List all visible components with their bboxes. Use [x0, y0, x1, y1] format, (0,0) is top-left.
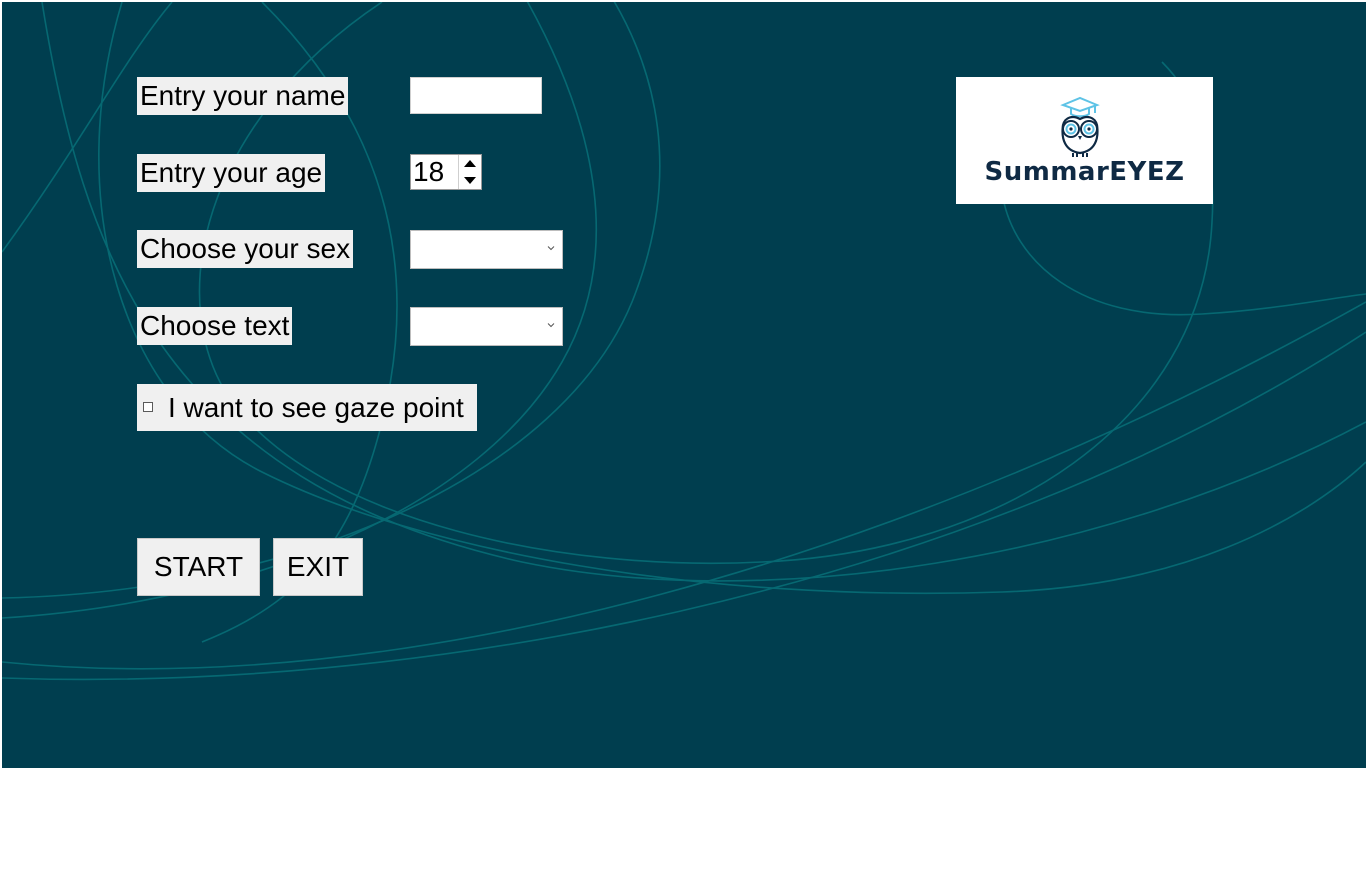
- age-decrement-button[interactable]: [459, 172, 481, 189]
- gaze-point-label: I want to see gaze point: [168, 392, 464, 423]
- name-label: Entry your name: [137, 77, 349, 115]
- text-label: Choose text: [137, 307, 293, 345]
- age-spin-buttons: [458, 155, 481, 189]
- age-value: 18: [413, 156, 445, 187]
- owl-with-graduation-cap-icon: [1060, 96, 1100, 157]
- gaze-point-checkbox-row[interactable]: I want to see gaze point: [137, 384, 477, 431]
- age-label: Entry your age: [137, 154, 326, 192]
- triangle-down-icon: [464, 177, 476, 184]
- app-window: Entry your name Entry your age 18 Choose…: [2, 2, 1366, 768]
- age-increment-button[interactable]: [459, 155, 481, 172]
- gaze-point-checkbox[interactable]: [143, 402, 153, 412]
- text-select[interactable]: [410, 307, 563, 346]
- name-input[interactable]: [410, 77, 542, 114]
- chevron-down-icon: [547, 246, 555, 251]
- exit-button[interactable]: EXIT: [273, 538, 363, 596]
- chevron-down-icon: [547, 323, 555, 328]
- age-spinbox[interactable]: 18: [410, 154, 482, 190]
- logo: SummarEYEZ: [956, 77, 1213, 204]
- logo-wordmark: SummarEYEZ: [984, 157, 1185, 187]
- triangle-up-icon: [464, 160, 476, 167]
- start-button[interactable]: START: [137, 538, 260, 596]
- sex-select[interactable]: [410, 230, 563, 269]
- sex-label: Choose your sex: [137, 230, 354, 268]
